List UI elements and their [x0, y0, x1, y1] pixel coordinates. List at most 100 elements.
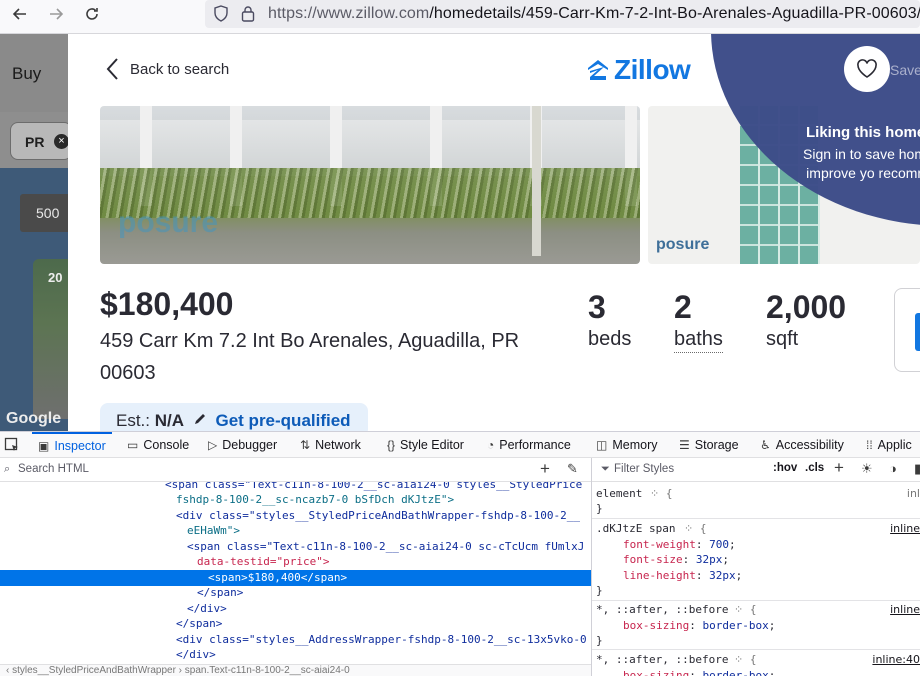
markup-breadcrumb[interactable]: ‹ styles__StyledPriceAndBathWrapper › sp…: [0, 664, 591, 676]
zillow-logo[interactable]: Zillow: [586, 54, 691, 86]
buy-menu[interactable]: Buy: [12, 64, 41, 84]
markup-line[interactable]: <span class="Text-c11n-8-100-2__sc-aiai2…: [0, 539, 591, 555]
markup-text: <span class="Text-c11n-8-100-2__sc-aiai2…: [187, 540, 585, 553]
photo-count: 20: [48, 270, 63, 285]
rule-grid-icon: ⁘ {: [734, 653, 757, 666]
filter-chip-pr[interactable]: PR ×: [10, 122, 72, 160]
css-rules-pane[interactable]: element ⁘ { inl } .dKJtzE span ⁘ { inlin…: [592, 482, 920, 676]
markup-text: fshdp-8-100-2__sc-ncazb7-0 bSfDch dKJtzE…: [176, 493, 455, 506]
css-declaration[interactable]: box-sizing: border-box;: [623, 618, 775, 634]
forward-arrow-icon[interactable]: [42, 3, 70, 25]
rule-source[interactable]: inline: [890, 521, 920, 537]
css-declaration[interactable]: font-size: 32px;: [623, 552, 729, 568]
est-value: N/A: [154, 411, 185, 430]
tab-network[interactable]: ⇅ Network: [300, 432, 361, 458]
baths-label[interactable]: baths: [674, 326, 723, 353]
markup-line[interactable]: <div class="styles__AddressWrapper-fshdp…: [0, 632, 591, 648]
rule-source[interactable]: inl: [907, 486, 920, 502]
close-icon[interactable]: ×: [54, 134, 69, 149]
filter-styles-input[interactable]: Filter Styles: [614, 463, 674, 475]
inspector-icon: ▣: [38, 439, 50, 453]
rule-grid-icon: ⁘ {: [684, 522, 707, 535]
markup-text: <span>$180,400</span>: [208, 571, 348, 584]
sqft-label: sqft: [766, 328, 799, 350]
pencil-icon[interactable]: [193, 411, 212, 430]
rule-separator: [592, 518, 920, 519]
hover-states-toggle[interactable]: :hov: [773, 462, 797, 474]
listing-price: $180,400: [100, 286, 234, 322]
chevron-left-icon: [106, 58, 118, 80]
tab-debugger[interactable]: ▷ Debugger: [208, 432, 277, 458]
search-html-input[interactable]: Search HTML: [18, 463, 89, 475]
estimated-payment: Est.: N/A Get pre-qualified: [100, 403, 368, 431]
markup-line[interactable]: data-testid="price">: [0, 554, 591, 570]
light-theme-icon[interactable]: ☀: [861, 461, 873, 477]
markup-text: <span class="Text-c11n-8-100-2__sc-aiai2…: [165, 482, 583, 491]
markup-line[interactable]: fshdp-8-100-2__sc-ncazb7-0 bSfDch dKJtzE…: [0, 492, 591, 508]
price-marker[interactable]: 500: [20, 194, 72, 232]
tab-label: Applic: [877, 438, 912, 452]
eyedropper-icon[interactable]: ✎: [567, 461, 578, 477]
css-value[interactable]: border-box: [702, 619, 768, 632]
css-value[interactable]: 700: [709, 538, 729, 551]
markup-line[interactable]: </div>: [0, 601, 591, 617]
zillow-house-icon: [588, 60, 608, 80]
baths-stat[interactable]: 2 baths: [674, 288, 723, 353]
rule-selector[interactable]: *, ::after, ::before: [596, 602, 728, 618]
search-icon: ⌕: [4, 463, 11, 475]
markup-line[interactable]: </span>: [0, 616, 591, 632]
new-rule-icon[interactable]: +: [834, 458, 844, 478]
tab-performance[interactable]: ◔ Performance: [487, 432, 571, 458]
element-picker-icon[interactable]: [4, 437, 20, 458]
save-label[interactable]: Save: [890, 62, 920, 78]
tab-application[interactable]: ⁞⁞ Applic: [866, 432, 912, 458]
devtools-tabs: ▣ Inspector ▭ Console ▷ Debugger ⇅ Network {…: [0, 432, 920, 458]
css-declaration[interactable]: line-height: 32px;: [623, 568, 742, 584]
css-declaration[interactable]: font-weight: 700;: [623, 537, 736, 553]
tab-label: Debugger: [222, 438, 278, 452]
tab-console[interactable]: ▭ Console: [127, 432, 189, 458]
reload-icon[interactable]: [78, 3, 106, 25]
rule-separator: [592, 600, 920, 601]
markup-line[interactable]: eEHaWm">: [0, 523, 591, 539]
lock-icon[interactable]: [241, 5, 255, 27]
css-property: font-weight: [623, 538, 696, 551]
print-icon[interactable]: ▮: [914, 461, 920, 477]
css-value[interactable]: 32px: [696, 553, 723, 566]
sqft-value: 2,000: [766, 289, 847, 325]
heart-icon: [857, 59, 877, 78]
url-text[interactable]: https://www.zillow.com/homedetails/459-C…: [268, 5, 920, 23]
rule-selector[interactable]: element: [596, 486, 642, 502]
rule-source[interactable]: inline: [890, 602, 920, 618]
tab-memory[interactable]: ◫ Memory: [596, 432, 658, 458]
url-prefix: https://www.zillow.com: [268, 5, 430, 22]
save-prompt-body: Sign in to save homes like and improve y…: [803, 146, 920, 181]
tab-inspector[interactable]: ▣ Inspector: [32, 432, 112, 458]
tab-accessibility[interactable]: ♿ Accessibility: [760, 432, 844, 458]
debugger-icon: ▷: [208, 438, 218, 452]
html-markup-tree[interactable]: <span class="Text-c11n-8-100-2__sc-aiai2…: [0, 482, 591, 664]
rule-selector[interactable]: *, ::after, ::before: [596, 652, 728, 668]
get-prequalified-link[interactable]: Get pre-qualified: [216, 411, 351, 430]
dark-theme-icon[interactable]: ◑: [889, 461, 897, 476]
add-node-icon[interactable]: +: [540, 459, 550, 479]
markup-line-selected[interactable]: <span>$180,400</span>: [0, 570, 591, 586]
markup-line[interactable]: </span>: [0, 585, 591, 601]
contact-agent-card[interactable]: [894, 288, 920, 372]
back-to-search-button[interactable]: Back to search: [104, 56, 229, 82]
shield-icon[interactable]: [213, 5, 229, 27]
listing-photo-main[interactable]: posure: [100, 106, 640, 264]
url-bar[interactable]: https://www.zillow.com/homedetails/459-C…: [205, 0, 920, 28]
save-heart-button[interactable]: [844, 46, 890, 92]
back-arrow-icon[interactable]: [6, 3, 34, 25]
markup-line[interactable]: </div>: [0, 647, 591, 663]
rule-source[interactable]: inline:40: [872, 652, 920, 668]
beds-value: 3: [588, 289, 606, 325]
css-value[interactable]: 32px: [709, 569, 736, 582]
save-prompt-title: Liking this home: [806, 124, 920, 141]
markup-line[interactable]: <div class="styles__StyledPriceAndBathWr…: [0, 508, 591, 524]
rule-selector[interactable]: .dKJtzE span: [596, 521, 675, 537]
classes-toggle[interactable]: .cls: [805, 462, 824, 474]
tab-style-editor[interactable]: {} Style Editor: [387, 432, 464, 458]
tab-storage[interactable]: ☰ Storage: [679, 432, 739, 458]
